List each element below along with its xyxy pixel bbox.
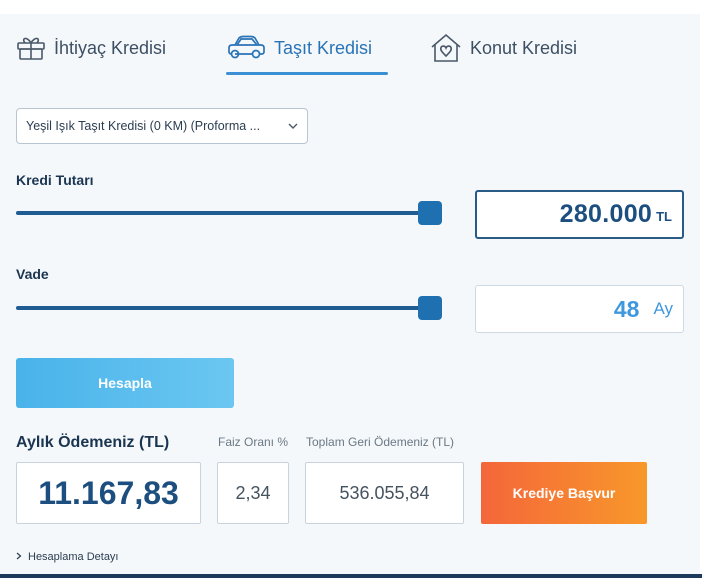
loan-amount-unit: TL — [656, 209, 672, 224]
loan-amount-value: 280.000 — [559, 200, 653, 228]
interest-rate-value: 2,34 — [235, 482, 271, 503]
car-icon — [226, 34, 266, 62]
loan-amount-input[interactable]: 280.000 TL — [475, 190, 684, 239]
term-slider-thumb[interactable] — [418, 296, 442, 320]
monthly-payment-value: 11.167,83 — [38, 474, 179, 511]
bottom-divider — [0, 574, 702, 578]
term-value: 48 — [613, 295, 640, 322]
tab-ihtiyac-kredisi[interactable]: İhtiyaç Kredisi — [16, 30, 166, 66]
total-repayment-label: Toplam Geri Ödemeniz (TL) — [306, 435, 455, 449]
loan-amount-slider[interactable] — [16, 211, 436, 215]
interest-rate-box: 2,34 — [217, 462, 289, 524]
term-input[interactable]: 48 Ay — [475, 285, 684, 333]
calculation-detail-link[interactable]: Hesaplama Detayı — [16, 551, 119, 563]
tab-label: Konut Kredisi — [470, 37, 578, 58]
monthly-payment-label: Aylık Ödemeniz (TL) — [16, 434, 170, 451]
calculation-detail-label: Hesaplama Detayı — [28, 551, 119, 563]
calculate-button[interactable]: Hesapla — [16, 358, 234, 408]
term-label: Vade — [16, 266, 49, 282]
total-repayment-value: 536.055,84 — [339, 482, 430, 503]
active-tab-indicator — [226, 72, 388, 75]
product-select-value: Yeşil Işık Taşıt Kredisi (0 KM) (Proform… — [26, 119, 261, 133]
tab-konut-kredisi[interactable]: Konut Kredisi — [430, 30, 577, 66]
loan-amount-slider-thumb[interactable] — [418, 201, 442, 225]
monthly-payment-box: 11.167,83 — [16, 462, 201, 524]
tab-tasit-kredisi[interactable]: Taşıt Kredisi — [226, 30, 372, 66]
tab-label: Taşıt Kredisi — [274, 37, 373, 58]
house-icon — [430, 33, 462, 63]
gift-icon — [16, 35, 46, 61]
chevron-right-icon — [16, 551, 22, 563]
chevron-down-icon — [287, 120, 299, 135]
product-select[interactable]: Yeşil Işık Taşıt Kredisi (0 KM) (Proform… — [16, 108, 308, 144]
loan-amount-label: Kredi Tutarı — [16, 172, 94, 188]
tab-label: İhtiyaç Kredisi — [54, 37, 167, 58]
total-repayment-box: 536.055,84 — [305, 462, 464, 524]
term-unit: Ay — [653, 299, 673, 318]
apply-loan-button[interactable]: Krediye Başvur — [481, 462, 647, 524]
term-slider[interactable] — [16, 306, 436, 310]
interest-rate-label: Faiz Oranı % — [218, 435, 289, 449]
